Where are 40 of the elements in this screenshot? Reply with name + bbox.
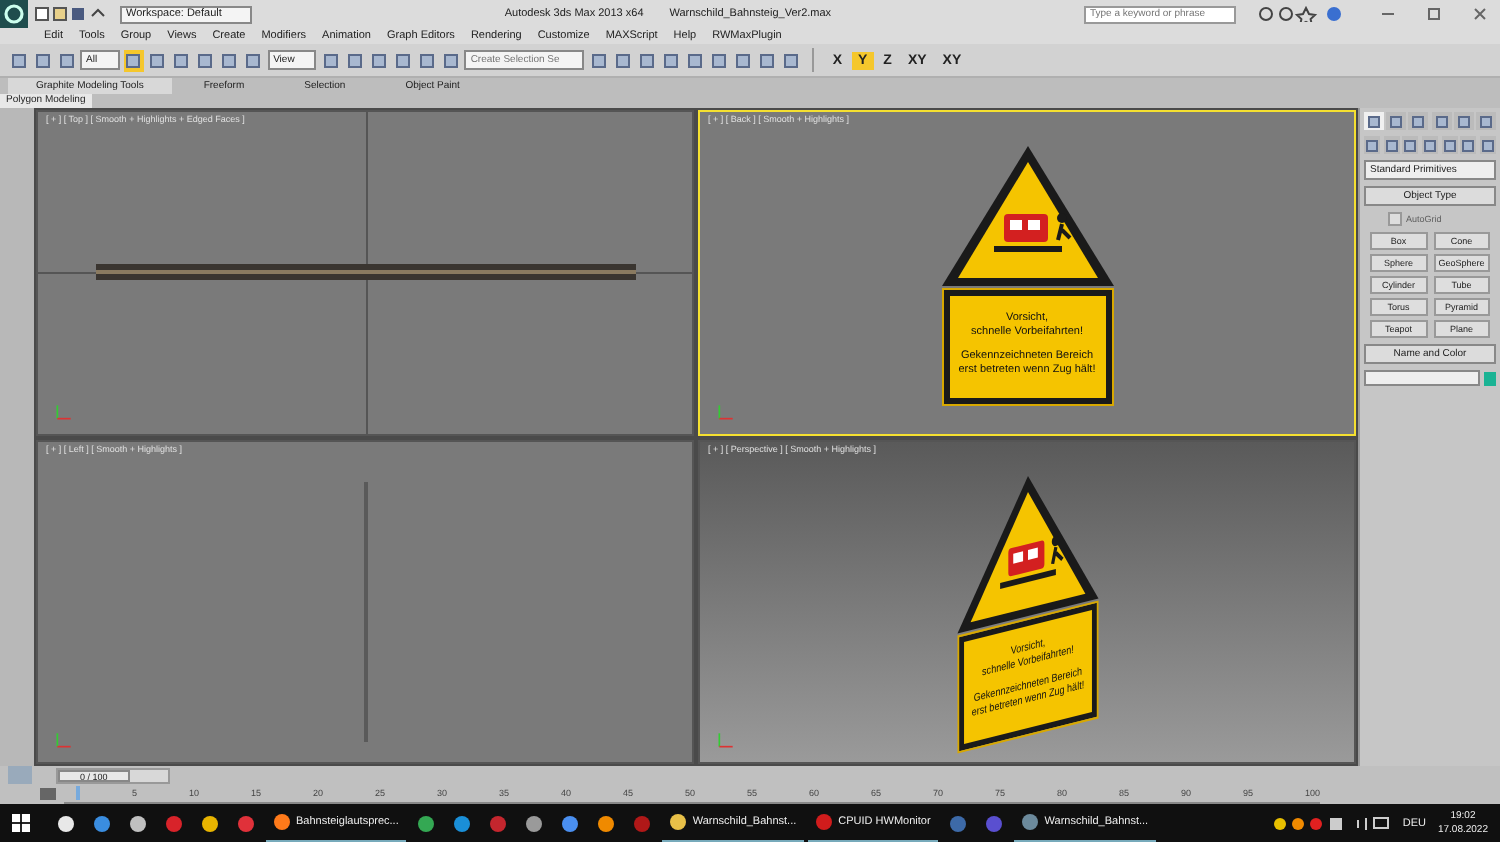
toolbar-button[interactable] <box>147 49 168 71</box>
command-panel-tab[interactable] <box>1453 112 1474 130</box>
toolbar-button[interactable] <box>708 49 729 71</box>
toolbar-button[interactable] <box>612 49 633 71</box>
axis-tripod-icon <box>54 401 74 421</box>
toolbar-button[interactable] <box>756 49 777 71</box>
toolbar-button[interactable] <box>8 49 28 71</box>
toolbar-button[interactable] <box>219 49 240 71</box>
tray-icons[interactable] <box>1270 813 1391 833</box>
command-panel-tab[interactable] <box>1408 112 1429 130</box>
object-color-swatch[interactable] <box>1484 371 1496 385</box>
command-panel-tab[interactable] <box>1475 112 1496 130</box>
toolbar-button[interactable] <box>171 49 192 71</box>
toolbar-button[interactable] <box>684 49 705 71</box>
command-panel-tab[interactable] <box>1364 112 1384 130</box>
toolbar-button[interactable] <box>780 49 801 71</box>
command-panel-tab[interactable] <box>1431 112 1452 130</box>
toolbar-button[interactable] <box>243 49 264 71</box>
axis-tripod-icon <box>716 401 736 421</box>
command-panel-tab[interactable] <box>1386 112 1407 130</box>
axis-tripod-icon <box>54 730 74 750</box>
help-icons[interactable] <box>1258 6 1346 22</box>
toolbar-button[interactable] <box>32 49 52 71</box>
toolbar-button[interactable] <box>368 49 389 71</box>
app-logo-icon[interactable] <box>0 0 28 28</box>
toolbar-button[interactable] <box>123 49 144 71</box>
axis-tripod-icon <box>716 730 736 750</box>
toolbar-button[interactable] <box>440 49 461 71</box>
toolbar-button[interactable] <box>344 49 365 71</box>
toolbar-button[interactable] <box>195 49 216 71</box>
toolbar-button[interactable] <box>320 49 341 71</box>
toolbar-button[interactable] <box>588 49 609 71</box>
toolbar-button[interactable] <box>636 49 657 71</box>
object-name-field[interactable] <box>1364 370 1480 386</box>
toolbar-button[interactable] <box>732 49 753 71</box>
toolbar-button[interactable] <box>416 49 437 71</box>
toolbar-button[interactable] <box>56 49 76 71</box>
toolbar-button[interactable] <box>660 49 681 71</box>
toolbar-button[interactable] <box>392 49 413 71</box>
start-button[interactable] <box>12 814 30 832</box>
